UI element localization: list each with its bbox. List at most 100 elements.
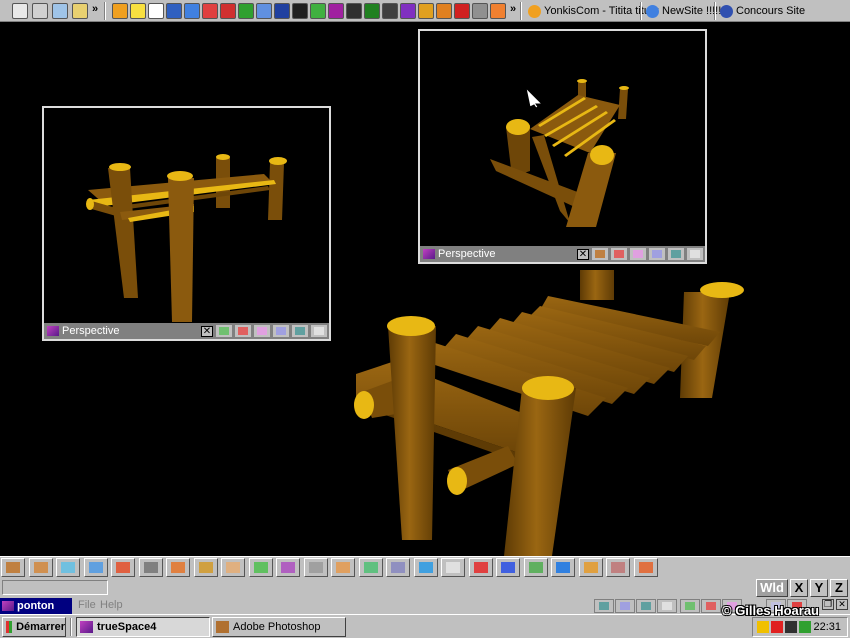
- rotate-tool[interactable]: [606, 558, 630, 577]
- close-icon[interactable]: ✕: [836, 599, 848, 610]
- truespace-main-toolbar: [0, 556, 850, 578]
- viewport-title-bar[interactable]: Perspective ✕: [44, 323, 329, 339]
- view-tool[interactable]: [272, 324, 290, 338]
- pen-icon: [583, 562, 598, 573]
- texture-tool[interactable]: [193, 558, 218, 577]
- app-title: ponton: [0, 598, 72, 614]
- axes-tool[interactable]: [468, 558, 493, 577]
- restore-icon[interactable]: ❐: [822, 599, 834, 610]
- object-tool[interactable]: [1, 558, 25, 577]
- view-icon: [652, 250, 662, 258]
- close-icon[interactable]: ✕: [201, 325, 213, 337]
- texture-icon: [198, 562, 213, 573]
- deform-tool[interactable]: [303, 558, 328, 577]
- scale-icon: [116, 562, 130, 573]
- axis-y-button[interactable]: Y: [810, 579, 828, 597]
- eye-move-tool[interactable]: [215, 324, 233, 338]
- mouse-cursor-icon: [525, 86, 544, 108]
- copyright-watermark: © Gilles Hoarau: [722, 603, 819, 618]
- mini-tool-1[interactable]: [594, 599, 614, 613]
- eye-zoom-tool[interactable]: [253, 324, 271, 338]
- dock-post-back-left: [580, 270, 614, 300]
- viewport-right-render: [490, 79, 629, 227]
- menu-help[interactable]: Help: [100, 599, 123, 611]
- landscape-icon: [528, 562, 543, 573]
- deform-icon: [308, 562, 323, 573]
- mini-tool-3[interactable]: [636, 599, 656, 613]
- nav-icon: [61, 562, 75, 573]
- pointer-tool[interactable]: [633, 558, 658, 577]
- truespace-logo-icon: [47, 326, 59, 336]
- list-tool[interactable]: [386, 558, 410, 577]
- cube-icon: [33, 562, 48, 573]
- perspective-viewport-left[interactable]: Perspective ✕: [42, 106, 331, 341]
- mini-tool-4[interactable]: [657, 599, 677, 613]
- speaker-icon[interactable]: [757, 621, 769, 633]
- box-tool[interactable]: [166, 558, 190, 577]
- clock: 22:31: [813, 621, 841, 633]
- color-tool[interactable]: [248, 558, 273, 577]
- perspective-tool[interactable]: [667, 247, 685, 261]
- axis-x-button[interactable]: X: [790, 579, 808, 597]
- axes-tool[interactable]: [686, 247, 704, 261]
- truespace-logo-icon: [423, 249, 435, 259]
- view-tool[interactable]: [648, 247, 666, 261]
- axis-z-button[interactable]: Z: [830, 579, 848, 597]
- menu-file[interactable]: File: [78, 599, 96, 611]
- status-bar: Wld X Y Z: [0, 578, 850, 598]
- close-icon[interactable]: ✕: [577, 248, 589, 260]
- network-icon[interactable]: [785, 621, 797, 633]
- cube-tool[interactable]: [28, 558, 53, 577]
- rotate-icon: [238, 327, 248, 335]
- cube-blue-tool[interactable]: [413, 558, 438, 577]
- mini-tool-5[interactable]: [680, 599, 700, 613]
- grid-icon: [501, 562, 515, 573]
- sphere-tool[interactable]: [221, 558, 245, 577]
- group-tool[interactable]: [276, 558, 300, 577]
- library-tool[interactable]: [358, 558, 383, 577]
- scale-tool[interactable]: [111, 558, 135, 577]
- perspective-viewport-right[interactable]: Perspective ✕: [418, 29, 707, 264]
- library-icon: [363, 562, 378, 573]
- start-button[interactable]: Démarrer: [2, 617, 66, 637]
- pen-tool[interactable]: [578, 558, 603, 577]
- select-arrow-icon: [88, 562, 103, 573]
- eye-zoom-tool[interactable]: [629, 247, 647, 261]
- select-arrow-tool[interactable]: [83, 558, 108, 577]
- nav-tool[interactable]: [56, 558, 80, 577]
- group-icon: [281, 562, 295, 573]
- zoom-icon: [633, 250, 643, 258]
- 3d-tool[interactable]: [551, 558, 575, 577]
- task-button-truespace[interactable]: trueSpace4: [76, 617, 210, 637]
- eye-icon: [219, 327, 229, 335]
- grid-tool[interactable]: [496, 558, 520, 577]
- eye-move-tool[interactable]: [591, 247, 609, 261]
- eye-rotate-tool[interactable]: [610, 247, 628, 261]
- person-tool[interactable]: [441, 558, 465, 577]
- axes-icon: [314, 327, 324, 335]
- mini-tool-2[interactable]: [615, 599, 635, 613]
- 3d-icon: [556, 562, 570, 573]
- task-button-photoshop[interactable]: Adobe Photoshop: [212, 617, 346, 637]
- rotate-icon: [614, 250, 624, 258]
- brush-icon: [336, 562, 350, 573]
- landscape-tool[interactable]: [523, 558, 548, 577]
- brush-tool[interactable]: [331, 558, 355, 577]
- monitor-icon[interactable]: [799, 621, 811, 633]
- axes-tool[interactable]: [310, 324, 328, 338]
- mini-tool-6[interactable]: [701, 599, 721, 613]
- perspective-tool[interactable]: [291, 324, 309, 338]
- eye-rotate-tool[interactable]: [234, 324, 252, 338]
- truespace-logo-icon: [2, 601, 14, 611]
- move-down-tool[interactable]: [138, 558, 163, 577]
- viewport-left-render: [86, 154, 287, 322]
- axis-world-button[interactable]: Wld: [756, 579, 788, 597]
- viewport-title: Perspective: [44, 325, 201, 337]
- viewport-title-bar[interactable]: Perspective ✕: [420, 246, 705, 262]
- antivirus-icon[interactable]: [771, 621, 783, 633]
- view-icon: [276, 327, 286, 335]
- box-icon: [171, 562, 185, 573]
- system-tray: 22:31: [752, 617, 848, 637]
- person-icon: [446, 562, 460, 573]
- rotate-icon: [611, 562, 625, 573]
